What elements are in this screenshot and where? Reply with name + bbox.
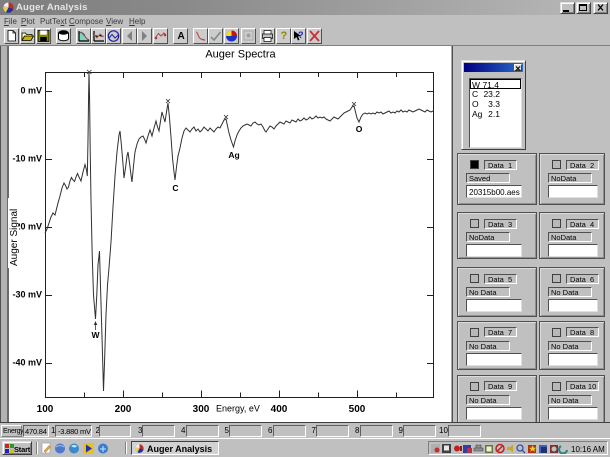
svg-text:0 mV: 0 mV bbox=[20, 86, 42, 96]
svg-text:500: 500 bbox=[349, 404, 366, 415]
svg-text:-40 mV: -40 mV bbox=[12, 358, 42, 368]
svg-text:100: 100 bbox=[37, 404, 54, 415]
svg-text:C: C bbox=[172, 183, 178, 193]
svg-text:Auger Spectra: Auger Spectra bbox=[205, 49, 276, 61]
svg-text:Ag: Ag bbox=[228, 150, 239, 160]
svg-text:-30 mV: -30 mV bbox=[12, 290, 42, 300]
svg-text:300: 300 bbox=[193, 404, 210, 415]
svg-text:?: ? bbox=[298, 30, 304, 40]
svg-text:O: O bbox=[356, 124, 363, 134]
svg-text:200: 200 bbox=[115, 404, 132, 415]
svg-text:Auger Signal: Auger Signal bbox=[9, 209, 20, 266]
svg-text:400: 400 bbox=[271, 404, 288, 415]
svg-text:Energy, eV: Energy, eV bbox=[216, 404, 260, 414]
svg-text:-10 mV: -10 mV bbox=[12, 154, 42, 164]
svg-text:W: W bbox=[91, 330, 100, 340]
